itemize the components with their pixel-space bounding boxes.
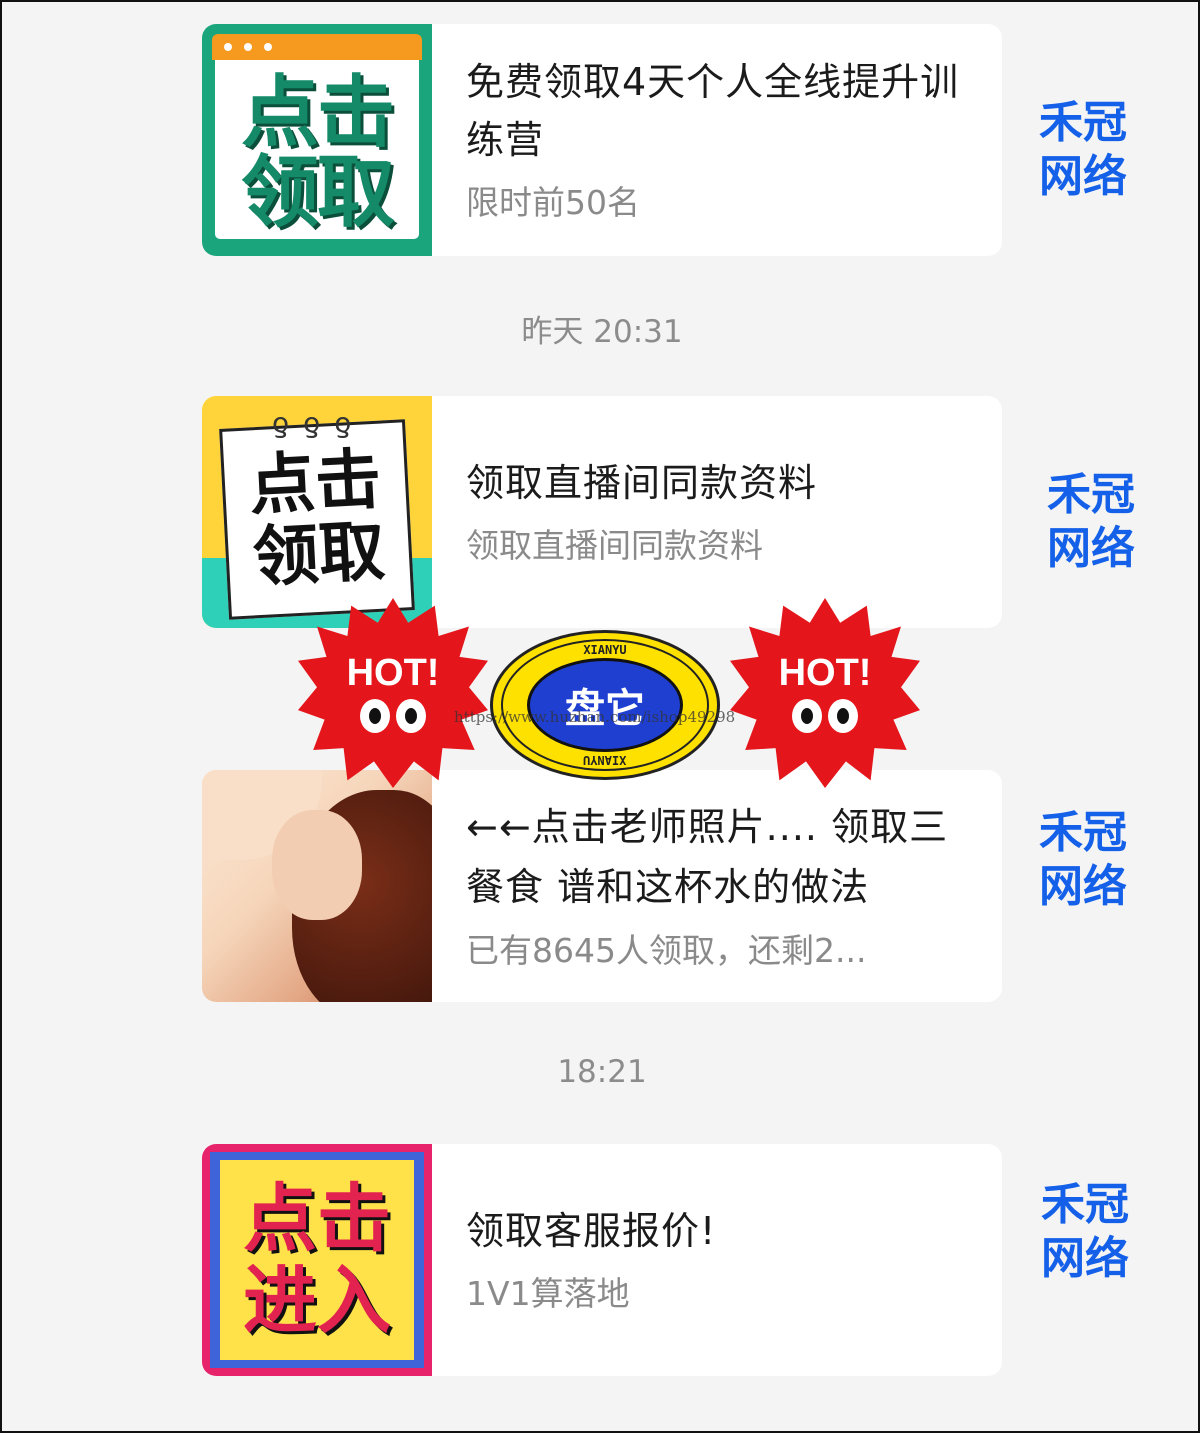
thumbnail-text: 点击 进入 bbox=[243, 1176, 391, 1344]
card-title: 领取客服报价! bbox=[466, 1209, 717, 1253]
brand-label: 禾冠 网络 bbox=[1047, 469, 1135, 574]
card-title: 领取直播间同款资料 bbox=[466, 461, 818, 505]
brand-label: 禾冠 网络 bbox=[1039, 97, 1127, 202]
card-subtitle: 限时前50名 bbox=[466, 183, 640, 222]
eyes-icon bbox=[792, 699, 858, 733]
card-subtitle: 1V1算落地 bbox=[466, 1274, 630, 1313]
watermark: https://www.huzhan.com/ishop49298 bbox=[454, 708, 736, 726]
message-card-4[interactable]: 点击 进入 领取客服报价! 1V1算落地 bbox=[202, 1144, 1002, 1376]
card-thumbnail: 点击 进入 bbox=[202, 1144, 432, 1376]
thumbnail-text: 点击 领取 bbox=[240, 68, 395, 238]
timestamp: 18:21 bbox=[557, 1054, 647, 1090]
eyes-icon bbox=[360, 699, 426, 733]
xianyu-logo: XIANYU XIANYU 盘它 bbox=[490, 630, 720, 780]
message-card-2[interactable]: ƍƍƍ 点击 领取 领取直播间同款资料 领取直播间同款资料 bbox=[202, 396, 1002, 628]
brand-label: 禾冠 网络 bbox=[1039, 807, 1127, 912]
card-subtitle: 已有8645人领取，还剩2... bbox=[466, 931, 867, 970]
message-card-1[interactable]: 点击 领取 免费领取4天个人全线提升训练营 限时前50名 bbox=[202, 24, 1002, 256]
message-card-3[interactable]: ←←点击老师照片.... 领取三餐食 谱和这杯水的做法 已有8645人领取，还剩… bbox=[202, 770, 1002, 1002]
card-thumbnail: ƍƍƍ 点击 领取 bbox=[202, 396, 432, 628]
card-title: 免费领取4天个人全线提升训练营 bbox=[466, 60, 960, 162]
card-title: ←←点击老师照片.... 领取三餐食 谱和这杯水的做法 bbox=[466, 805, 949, 909]
timestamp: 昨天 20:31 bbox=[521, 314, 683, 350]
card-subtitle: 领取直播间同款资料 bbox=[466, 526, 763, 565]
thumbnail-text: 点击 领取 bbox=[247, 440, 387, 597]
card-thumbnail: 点击 领取 bbox=[202, 24, 432, 256]
brand-label: 禾冠 网络 bbox=[1041, 1179, 1129, 1284]
teacher-photo[interactable] bbox=[202, 770, 432, 1002]
